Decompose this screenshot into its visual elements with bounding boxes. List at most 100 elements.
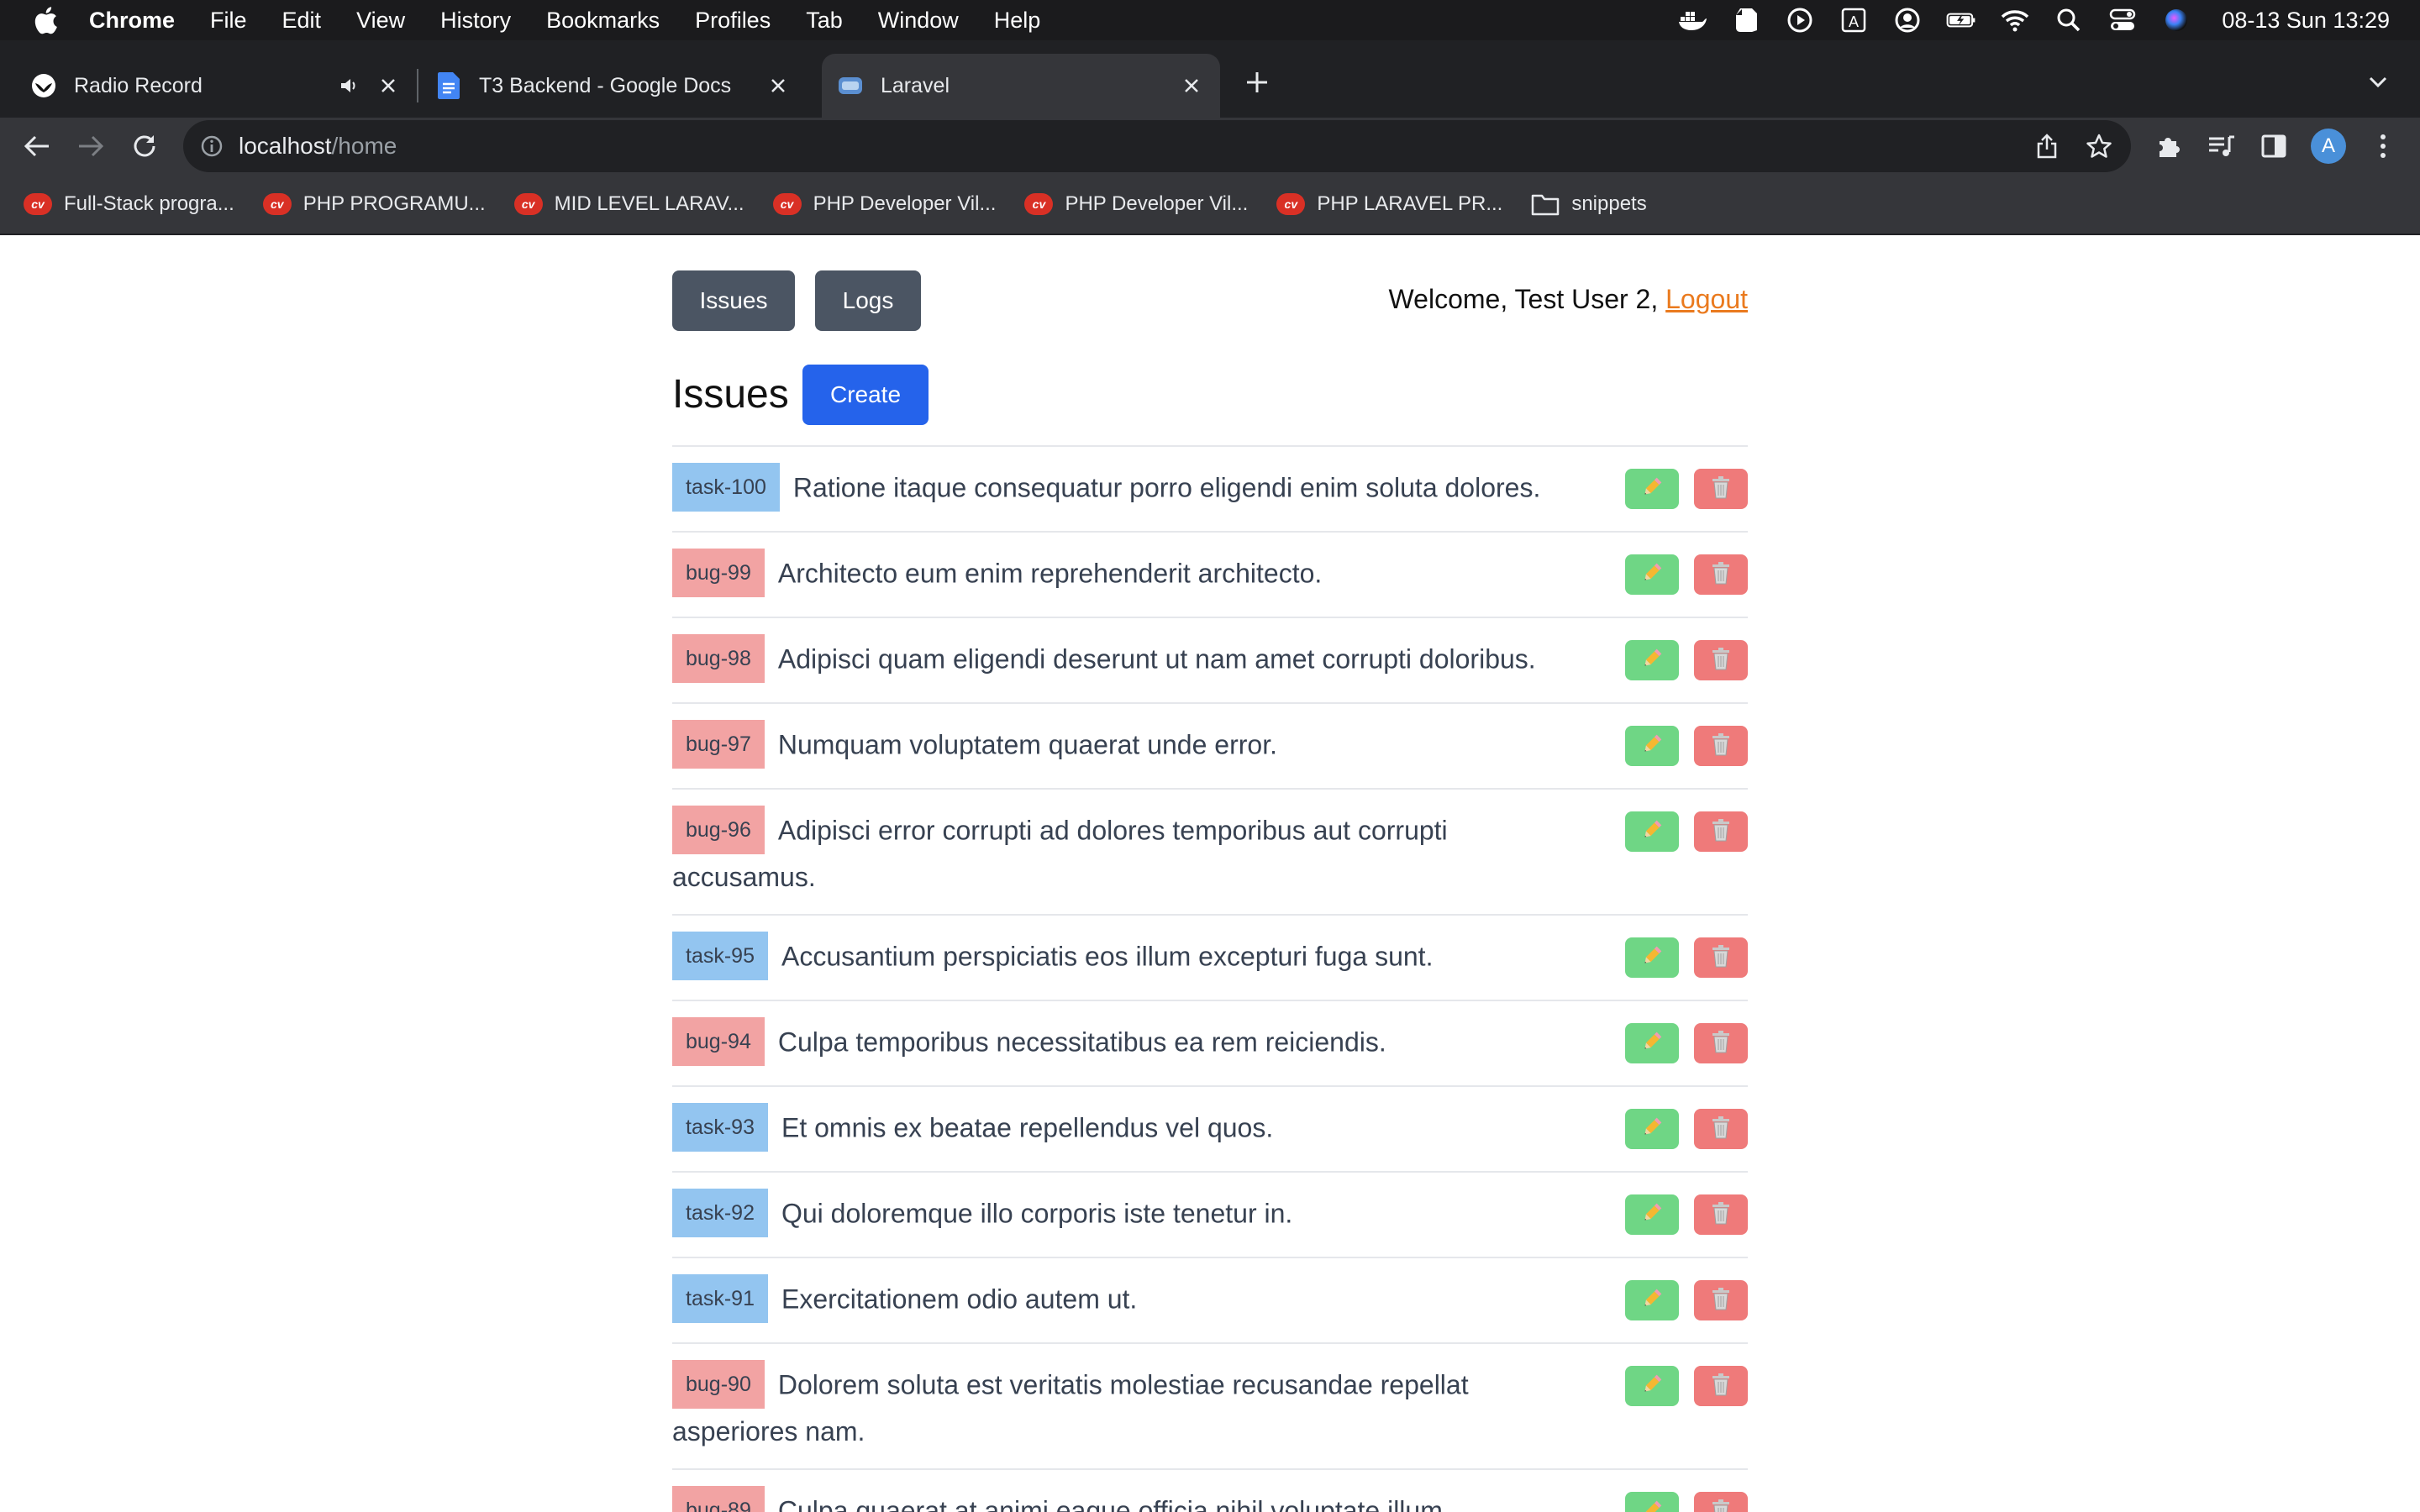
- bookmark-item[interactable]: cv Full-Stack progra...: [24, 192, 234, 216]
- menu-edit[interactable]: Edit: [282, 8, 322, 34]
- new-tab-plus-icon[interactable]: [1240, 66, 1274, 99]
- side-panel-icon[interactable]: [2254, 126, 2294, 166]
- edit-issue-button[interactable]: [1625, 1280, 1679, 1320]
- bookmark-item[interactable]: cv MID LEVEL LARAV...: [513, 192, 744, 216]
- issue-key-badge[interactable]: task-91: [672, 1274, 768, 1323]
- close-tab-icon[interactable]: [375, 72, 402, 99]
- menu-app-name[interactable]: Chrome: [89, 8, 175, 34]
- menu-tab[interactable]: Tab: [806, 8, 843, 34]
- logout-link[interactable]: Logout: [1665, 284, 1748, 314]
- chrome-menu-kebab-icon[interactable]: [2363, 126, 2403, 166]
- menu-help[interactable]: Help: [994, 8, 1041, 34]
- menu-profiles[interactable]: Profiles: [695, 8, 771, 34]
- forward-arrow-icon[interactable]: [71, 126, 111, 166]
- docker-icon[interactable]: [1677, 5, 1707, 35]
- issue-key-badge[interactable]: bug-94: [672, 1017, 765, 1066]
- close-tab-icon[interactable]: [1178, 72, 1205, 99]
- delete-issue-button[interactable]: [1694, 1492, 1748, 1512]
- tab-laravel-active[interactable]: Laravel: [822, 54, 1220, 118]
- issue-actions: [1610, 1194, 1748, 1235]
- menu-window[interactable]: Window: [878, 8, 959, 34]
- delete-issue-button[interactable]: [1694, 811, 1748, 852]
- delete-issue-button[interactable]: [1694, 1023, 1748, 1063]
- delete-issue-button[interactable]: [1694, 1366, 1748, 1406]
- evernote-icon[interactable]: [1731, 5, 1761, 35]
- bookmark-item[interactable]: cv PHP PROGRAMU...: [262, 192, 486, 216]
- issue-row: bug-94 Culpa temporibus necessitatibus ea…: [672, 1001, 1748, 1087]
- input-source-icon[interactable]: A: [1839, 5, 1869, 35]
- tab-search-chevron-down-icon[interactable]: [2361, 66, 2395, 99]
- delete-issue-button[interactable]: [1694, 1109, 1748, 1149]
- tab-google-docs[interactable]: T3 Backend - Google Docs: [435, 54, 807, 118]
- issue-key-badge[interactable]: task-93: [672, 1103, 768, 1152]
- radio-record-favicon-icon: [30, 72, 57, 99]
- spotlight-search-icon[interactable]: [2054, 5, 2084, 35]
- issue-key-badge[interactable]: task-100: [672, 463, 780, 512]
- pencil-icon: [1639, 1498, 1665, 1512]
- profile-avatar[interactable]: A: [2311, 129, 2346, 164]
- share-icon[interactable]: [2032, 131, 2062, 161]
- bookmark-folder-snippets[interactable]: snippets: [1531, 192, 1647, 216]
- close-tab-icon[interactable]: [765, 72, 792, 99]
- menu-history[interactable]: History: [440, 8, 511, 34]
- bookmark-item[interactable]: cv PHP Developer Vil...: [772, 192, 996, 216]
- pencil-icon: [1639, 817, 1665, 847]
- edit-issue-button[interactable]: [1625, 726, 1679, 766]
- issue-key-badge[interactable]: bug-90: [672, 1360, 765, 1409]
- user-circle-icon[interactable]: [1892, 5, 1923, 35]
- delete-issue-button[interactable]: [1694, 1194, 1748, 1235]
- edit-issue-button[interactable]: [1625, 811, 1679, 852]
- apple-logo-icon[interactable]: [30, 3, 60, 37]
- delete-issue-button[interactable]: [1694, 554, 1748, 595]
- edit-issue-button[interactable]: [1625, 1492, 1679, 1512]
- delete-issue-button[interactable]: [1694, 726, 1748, 766]
- siri-icon[interactable]: [2161, 5, 2191, 35]
- speaker-icon[interactable]: [336, 72, 363, 99]
- trash-icon: [1710, 732, 1732, 761]
- issue-key-badge[interactable]: task-92: [672, 1189, 768, 1237]
- delete-issue-button[interactable]: [1694, 1280, 1748, 1320]
- edit-issue-button[interactable]: [1625, 1366, 1679, 1406]
- bookmark-item[interactable]: cv PHP LARAVEL PR...: [1276, 192, 1502, 216]
- edit-issue-button[interactable]: [1625, 469, 1679, 509]
- page-title: Issues: [672, 372, 789, 417]
- reload-icon[interactable]: [124, 126, 165, 166]
- tab-radio-record[interactable]: Radio Record: [30, 54, 417, 118]
- issue-key-badge[interactable]: bug-97: [672, 720, 765, 769]
- back-arrow-icon[interactable]: [17, 126, 57, 166]
- logs-nav-button[interactable]: Logs: [815, 270, 921, 331]
- edit-issue-button[interactable]: [1625, 937, 1679, 978]
- menu-file[interactable]: File: [210, 8, 247, 34]
- wifi-icon[interactable]: [2000, 5, 2030, 35]
- edit-issue-button[interactable]: [1625, 554, 1679, 595]
- battery-charging-icon[interactable]: [1946, 5, 1976, 35]
- edit-issue-button[interactable]: [1625, 1109, 1679, 1149]
- delete-issue-button[interactable]: [1694, 937, 1748, 978]
- issues-nav-button[interactable]: Issues: [672, 270, 795, 331]
- bookmark-star-icon[interactable]: [2084, 131, 2114, 161]
- play-circle-icon[interactable]: [1785, 5, 1815, 35]
- issue-key-badge[interactable]: bug-99: [672, 549, 765, 597]
- issue-actions: [1610, 1023, 1748, 1063]
- delete-issue-button[interactable]: [1694, 469, 1748, 509]
- tab-separator: [417, 69, 418, 102]
- issue-key-badge[interactable]: bug-98: [672, 634, 765, 683]
- delete-issue-button[interactable]: [1694, 640, 1748, 680]
- bookmark-item[interactable]: cv PHP Developer Vil...: [1024, 192, 1248, 216]
- edit-issue-button[interactable]: [1625, 1194, 1679, 1235]
- media-control-icon[interactable]: [2202, 126, 2242, 166]
- extensions-puzzle-icon[interactable]: [2148, 126, 2188, 166]
- site-info-icon[interactable]: [197, 131, 227, 161]
- control-center-icon[interactable]: [2107, 5, 2138, 35]
- menu-view[interactable]: View: [356, 8, 405, 34]
- edit-issue-button[interactable]: [1625, 640, 1679, 680]
- issue-key-badge[interactable]: task-95: [672, 932, 768, 980]
- menu-bar-clock[interactable]: 08-13 Sun 13:29: [2222, 8, 2390, 34]
- address-bar[interactable]: localhost/home: [183, 120, 2131, 172]
- edit-issue-button[interactable]: [1625, 1023, 1679, 1063]
- menu-bookmarks[interactable]: Bookmarks: [546, 8, 660, 34]
- issue-key-badge[interactable]: bug-89: [672, 1486, 765, 1512]
- url-path: /home: [331, 133, 397, 159]
- create-issue-button[interactable]: Create: [802, 365, 929, 425]
- issue-key-badge[interactable]: bug-96: [672, 806, 765, 854]
